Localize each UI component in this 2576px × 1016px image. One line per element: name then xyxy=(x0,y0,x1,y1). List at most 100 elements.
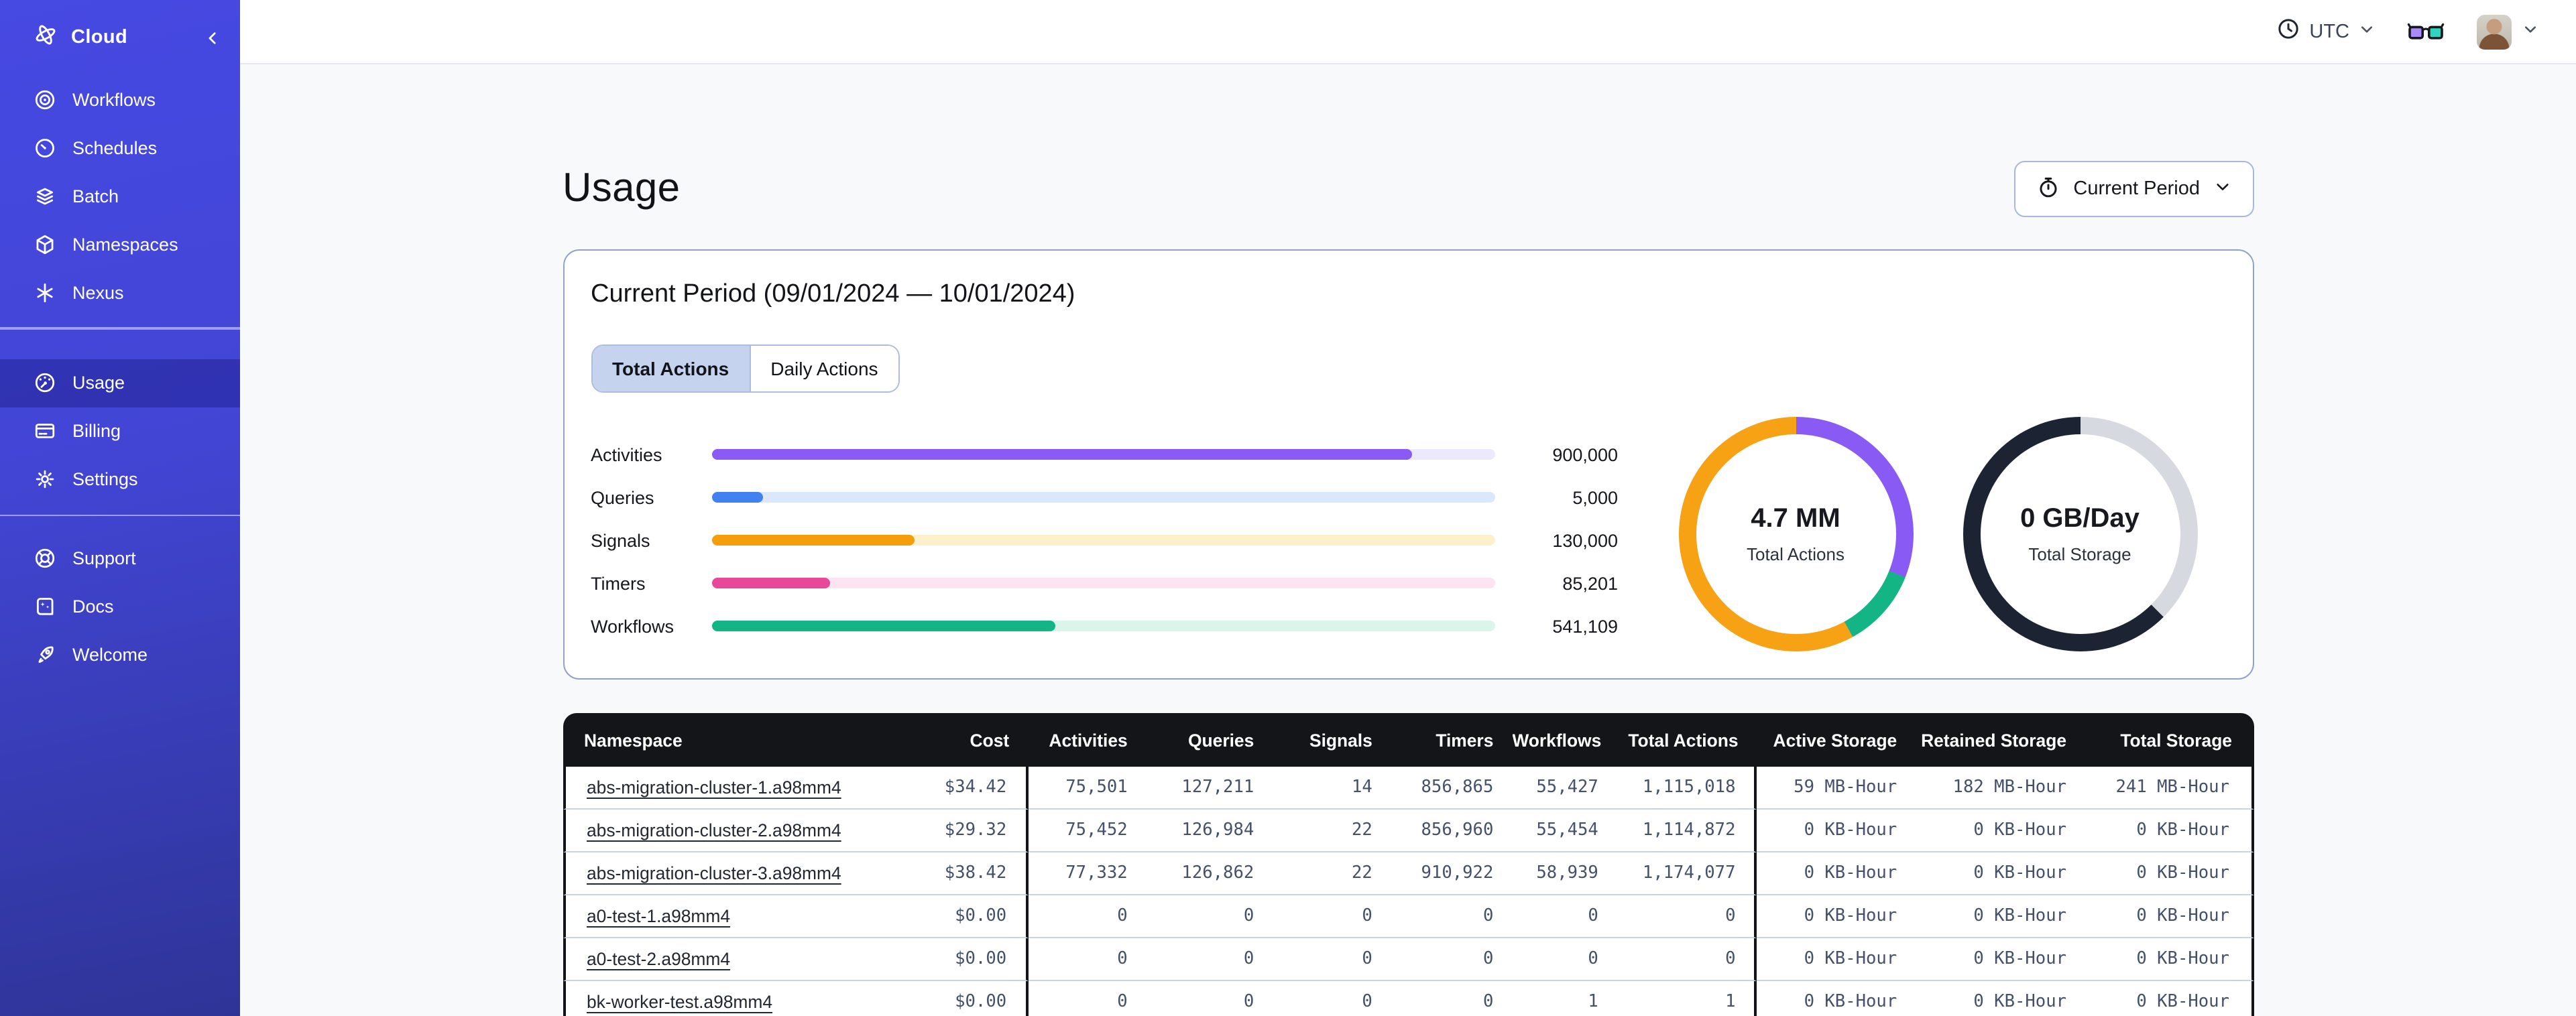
chevron-down-icon xyxy=(2359,19,2375,44)
table-cell: $0.00 xyxy=(944,938,1029,981)
sidebar-item-label: Namespaces xyxy=(72,234,178,254)
table-cell: $38.42 xyxy=(944,852,1029,895)
table-cell: 0 KB-Hour xyxy=(1757,895,1916,938)
table-cell: $34.42 xyxy=(944,767,1029,810)
bar-value: 900,000 xyxy=(1552,444,1618,464)
namespace-cell: a0-test-1.a98mm4 xyxy=(563,895,945,938)
sidebar-item-workflows[interactable]: Workflows xyxy=(0,75,240,123)
table-cell: 0 xyxy=(1028,981,1147,1016)
account-menu[interactable] xyxy=(2477,14,2538,49)
bar-row-signals: Signals 130,000 xyxy=(591,519,1618,562)
table-cell: 0 xyxy=(1028,895,1147,938)
bar-track xyxy=(711,535,1495,546)
namespace-link[interactable]: a0-test-2.a98mm4 xyxy=(587,949,730,969)
bar-track xyxy=(711,621,1495,631)
table-cell: 0 KB-Hour xyxy=(2085,981,2253,1016)
bar-row-queries: Queries 5,000 xyxy=(591,476,1618,519)
sidebar-item-namespaces[interactable]: Namespaces xyxy=(0,220,240,268)
total-actions-value: 4.7 MM xyxy=(1751,504,1840,533)
total-storage-label: Total Storage xyxy=(2028,544,2131,564)
tab-total-actions[interactable]: Total Actions xyxy=(592,346,750,391)
table-cell: 126,862 xyxy=(1146,852,1273,895)
table-cell: 0 xyxy=(1391,895,1513,938)
panel-heading: Current Period (09/01/2024 — 10/01/2024) xyxy=(591,280,1075,308)
table-cell: 0 xyxy=(1273,895,1391,938)
table-header-cell: Activities xyxy=(1028,713,1147,767)
table-cell: 22 xyxy=(1273,852,1391,895)
sidebar-item-support[interactable]: Support xyxy=(0,533,240,582)
table-cell: 0 KB-Hour xyxy=(2085,852,2253,895)
table-cell: 0 KB-Hour xyxy=(2085,895,2253,938)
sidebar-item-label: Welcome xyxy=(72,644,148,664)
table-cell: 0 xyxy=(1617,895,1757,938)
namespace-link[interactable]: abs-migration-cluster-2.a98mm4 xyxy=(587,820,841,840)
table-cell: 0 xyxy=(1617,938,1757,981)
table-cell: 58,939 xyxy=(1512,852,1617,895)
namespace-link[interactable]: abs-migration-cluster-3.a98mm4 xyxy=(587,863,841,883)
main-area: Usage Current Period Current Period (09/… xyxy=(240,66,2576,1016)
table-cell: 22 xyxy=(1273,810,1391,852)
period-dropdown-button[interactable]: Current Period xyxy=(2014,161,2253,217)
bar-value: 5,000 xyxy=(1572,487,1618,507)
timezone-selector[interactable]: UTC xyxy=(2277,17,2375,46)
table-cell: 1,114,872 xyxy=(1617,810,1757,852)
table-cell: 241 MB-Hour xyxy=(2085,767,2253,810)
bar-value: 541,109 xyxy=(1552,616,1618,636)
sidebar-item-batch[interactable]: Batch xyxy=(0,172,240,220)
namespace-link[interactable]: abs-migration-cluster-1.a98mm4 xyxy=(587,777,841,798)
namespace-cell: abs-migration-cluster-2.a98mm4 xyxy=(563,810,945,852)
sidebar-collapse-button[interactable] xyxy=(204,29,221,46)
table-cell: 910,922 xyxy=(1391,852,1513,895)
total-storage-value: 0 GB/Day xyxy=(2020,504,2140,533)
sidebar-item-nexus[interactable]: Nexus xyxy=(0,268,240,316)
table-header-cell: Retained Storage xyxy=(1916,713,2086,767)
table-cell: 0 xyxy=(1028,938,1147,981)
bar-label: Queries xyxy=(591,487,654,507)
sidebar-item-billing[interactable]: Billing xyxy=(0,407,240,455)
bar-row-workflows: Workflows 541,109 xyxy=(591,605,1618,647)
bar-track xyxy=(711,449,1495,460)
sidebar-item-schedules[interactable]: Schedules xyxy=(0,123,240,172)
table-row: abs-migration-cluster-3.a98mm4 $38.42 77,3… xyxy=(563,852,2253,895)
sidebar-group: Support Docs Welcome xyxy=(0,516,240,678)
namespace-link[interactable]: bk-worker-test.a98mm4 xyxy=(587,992,772,1012)
table-cell: 0 xyxy=(1512,895,1617,938)
sidebar-item-docs[interactable]: Docs xyxy=(0,582,240,630)
bar-label: Timers xyxy=(591,573,646,593)
bar-fill xyxy=(711,535,915,546)
namespace-cell: a0-test-2.a98mm4 xyxy=(563,938,945,981)
table-cell: 0 KB-Hour xyxy=(2085,938,2253,981)
glasses-icon[interactable] xyxy=(2407,21,2445,42)
total-storage-donut: 0 GB/Day Total Storage xyxy=(1963,417,2197,651)
batch-icon xyxy=(34,184,56,207)
table-cell: 0 xyxy=(1512,938,1617,981)
table-row: abs-migration-cluster-1.a98mm4 $34.42 75,5… xyxy=(563,767,2253,810)
sidebar-item-label: Support xyxy=(72,548,136,568)
sidebar-item-label: Docs xyxy=(72,596,114,616)
table-header-cell: Active Storage xyxy=(1757,713,1916,767)
bar-label: Signals xyxy=(591,530,650,550)
sidebar-item-settings[interactable]: Settings xyxy=(0,455,240,503)
sidebar-item-usage[interactable]: Usage xyxy=(0,359,240,407)
table-cell: 55,454 xyxy=(1512,810,1617,852)
bar-track xyxy=(711,578,1495,588)
namespace-usage-table-wrap: Namespace Cost Activities Queries Signals Tim… xyxy=(563,713,2253,1016)
billing-icon xyxy=(34,420,56,442)
brand-label: Cloud xyxy=(71,27,128,48)
bar-row-activities: Activities 900,000 xyxy=(591,433,1618,476)
tab-daily-actions[interactable]: Daily Actions xyxy=(749,346,898,391)
nexus-icon xyxy=(34,281,56,304)
stopwatch-icon xyxy=(2037,175,2060,203)
namespace-link[interactable]: a0-test-1.a98mm4 xyxy=(587,906,730,926)
bar-value: 85,201 xyxy=(1562,573,1618,593)
total-actions-label: Total Actions xyxy=(1747,544,1845,564)
sidebar-item-welcome[interactable]: Welcome xyxy=(0,630,240,678)
table-cell: 0 KB-Hour xyxy=(1757,981,1916,1016)
table-cell: 0 KB-Hour xyxy=(1757,852,1916,895)
table-cell: 59 MB-Hour xyxy=(1757,767,1916,810)
bar-fill xyxy=(711,578,830,588)
docs-icon xyxy=(34,594,56,617)
chevron-down-icon xyxy=(2213,178,2231,200)
donut-charts: 4.7 MM Total Actions 0 GB/Day Total Stor… xyxy=(1678,417,2197,651)
namespace-cell: abs-migration-cluster-3.a98mm4 xyxy=(563,852,945,895)
